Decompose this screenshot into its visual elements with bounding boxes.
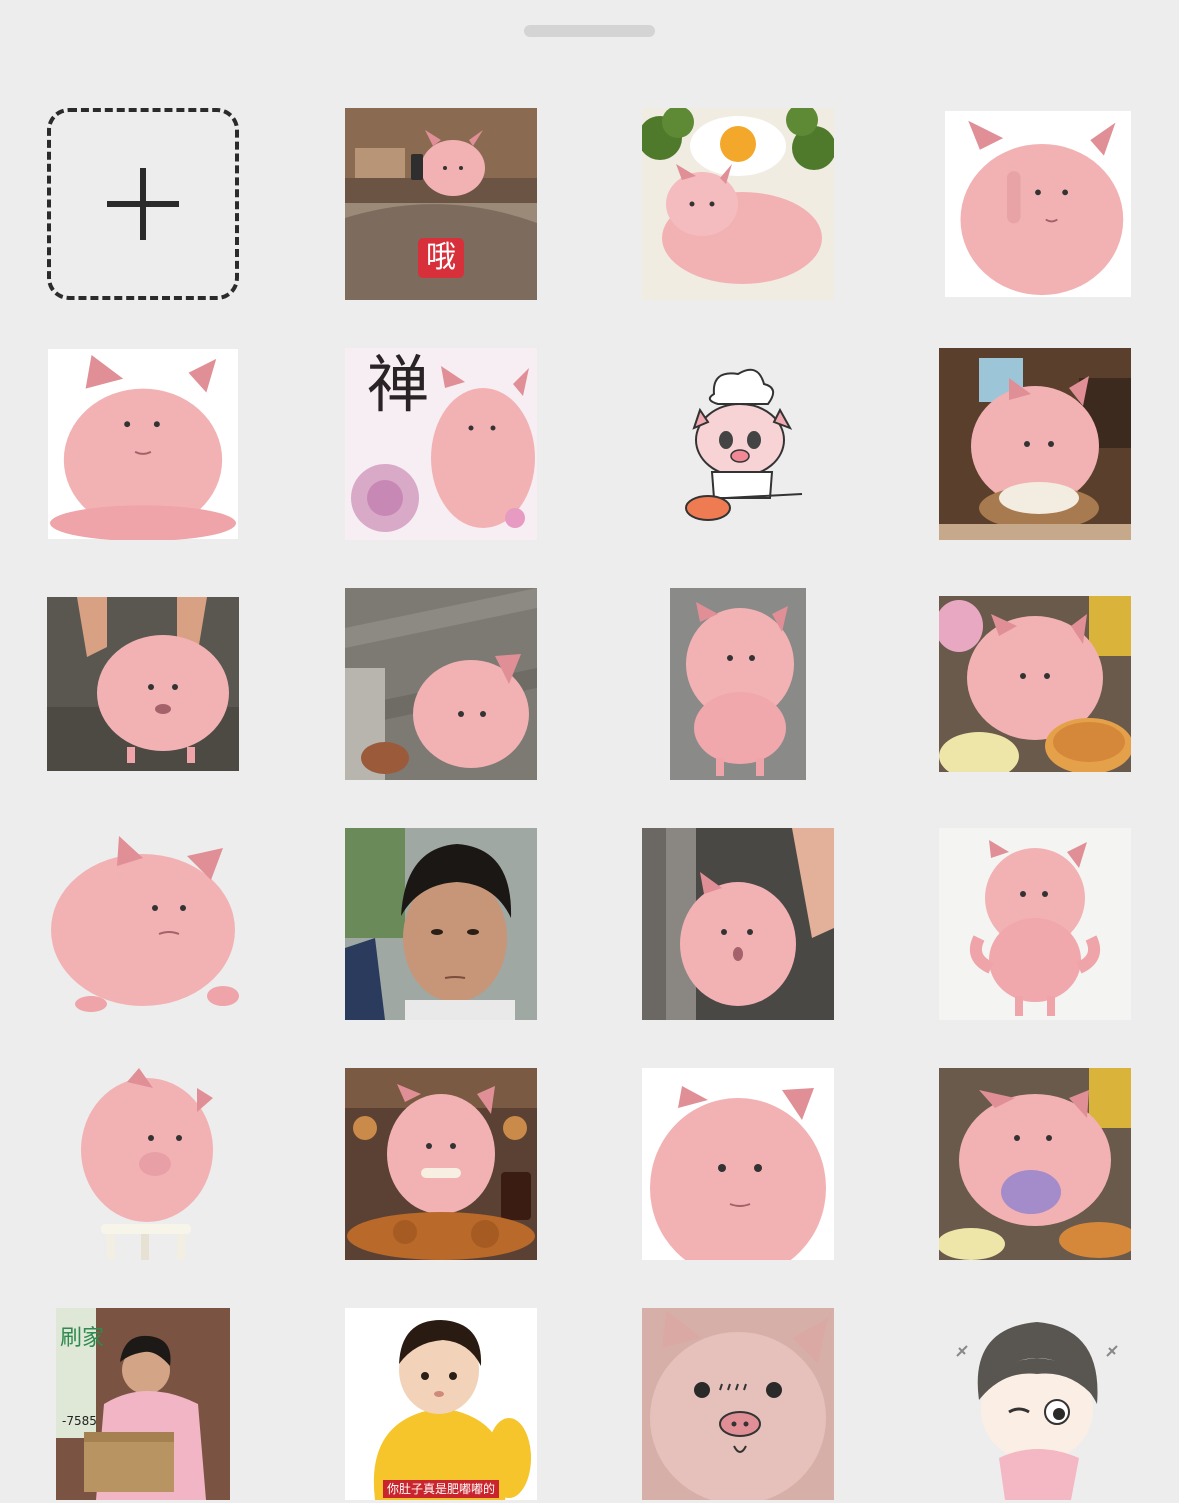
sticker-image bbox=[345, 588, 537, 780]
sticker-image: 刷家 -7585 bbox=[56, 1308, 230, 1500]
sticker-caption-number: -7585 bbox=[62, 1414, 97, 1428]
sticker-image bbox=[939, 1068, 1131, 1260]
sticker-pig-meditating[interactable] bbox=[47, 348, 239, 540]
sticker-pig-sitting-sulky[interactable] bbox=[47, 828, 239, 1020]
sticker-pig-hands-on-hips[interactable] bbox=[939, 828, 1131, 1020]
sticker-image bbox=[642, 828, 834, 1020]
sticker-image: 哦 bbox=[345, 108, 537, 300]
sticker-pig-zen-lotus[interactable]: 禅 bbox=[345, 348, 537, 540]
sticker-pig-closeup-face[interactable] bbox=[642, 1068, 834, 1260]
plus-icon bbox=[107, 168, 179, 240]
sticker-caption: 禅 bbox=[367, 348, 430, 421]
sticker-image bbox=[345, 828, 537, 1020]
sticker-caption: 哦 bbox=[418, 238, 464, 278]
sticker-kid-pink-pajamas-box[interactable]: 刷家 -7585 bbox=[47, 1308, 239, 1500]
sticker-toddler-yellow-suit[interactable]: 你肚子真是肥嘟嘟的 bbox=[345, 1308, 537, 1500]
sticker-pig-mouth-full[interactable] bbox=[939, 1068, 1131, 1260]
sticker-pig-pinched-ears[interactable] bbox=[47, 588, 239, 780]
sticker-pig-with-fried-rice[interactable] bbox=[939, 588, 1131, 780]
sticker-cartoon-boy-wink[interactable] bbox=[939, 1308, 1131, 1500]
sticker-image bbox=[642, 348, 834, 540]
sticker-pig-eating-fried-chicken[interactable] bbox=[345, 1068, 537, 1260]
sticker-image bbox=[642, 108, 834, 300]
sticker-pig-on-rice-egg[interactable] bbox=[642, 108, 834, 300]
sticker-caption: 刷家 bbox=[60, 1326, 105, 1351]
sticker-image bbox=[945, 108, 1131, 300]
sticker-image bbox=[642, 1308, 834, 1500]
sticker-image bbox=[47, 1068, 239, 1260]
sticker-image: 禅 bbox=[345, 348, 537, 540]
sticker-pig-standing-street[interactable] bbox=[642, 588, 834, 780]
sticker-image bbox=[642, 1068, 834, 1260]
add-sticker-tile[interactable] bbox=[47, 108, 239, 300]
sticker-caption: 你肚子真是肥嘟嘟的 bbox=[382, 1480, 500, 1498]
sticker-image: 你肚子真是肥嘟嘟的 bbox=[345, 1308, 537, 1500]
sticker-image bbox=[670, 588, 806, 780]
sticker-pig-middle-finger[interactable] bbox=[942, 108, 1134, 300]
sticker-image bbox=[939, 1308, 1131, 1500]
sticker-image bbox=[939, 828, 1131, 1020]
sticker-image bbox=[47, 828, 239, 1020]
sticker-plush-pig-face[interactable] bbox=[642, 1308, 834, 1500]
sticker-pig-on-floor[interactable] bbox=[345, 588, 537, 780]
add-sticker-button[interactable] bbox=[47, 108, 239, 300]
sticker-image bbox=[939, 596, 1131, 772]
sticker-pig-chef-sketch[interactable] bbox=[642, 348, 834, 540]
sticker-image bbox=[345, 1068, 537, 1260]
sticker-panel: 哦 禅 刷家 -7585 你肚子真是肥嘟嘟的 bbox=[0, 0, 1179, 1503]
sticker-pig-poked-finger[interactable] bbox=[642, 828, 834, 1020]
sticker-pig-kneading-dough[interactable] bbox=[939, 348, 1131, 540]
sticker-image bbox=[939, 348, 1131, 540]
sticker-pig-on-stool-thinking[interactable] bbox=[47, 1068, 239, 1260]
sticker-image bbox=[48, 348, 238, 540]
sticker-image bbox=[47, 597, 239, 771]
sticker-pig-in-bed-phone[interactable]: 哦 bbox=[345, 108, 537, 300]
sticker-boy-portrait[interactable] bbox=[345, 828, 537, 1020]
drag-handle[interactable] bbox=[524, 25, 655, 37]
